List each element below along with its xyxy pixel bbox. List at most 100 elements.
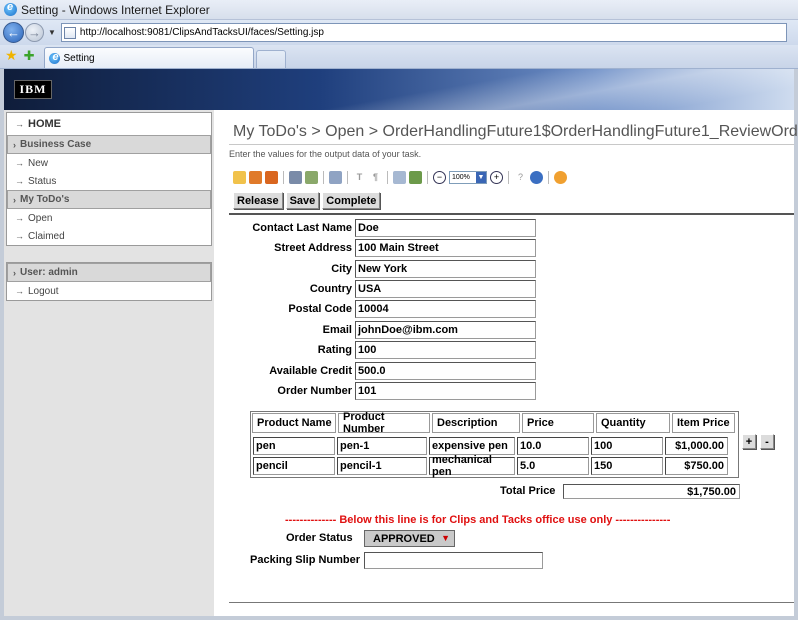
rating-input[interactable]: 100 — [355, 341, 536, 359]
paragraph-icon[interactable]: ¶ — [369, 171, 382, 184]
forward-button[interactable]: → — [25, 23, 44, 42]
item-price-value: $1,000.00 — [665, 437, 728, 455]
fields-icon[interactable] — [329, 170, 342, 184]
address-text: http://localhost:9081/ClipsAndTacksUI/fa… — [79, 27, 324, 38]
help-icon[interactable]: ? — [514, 171, 527, 184]
sidebar-item-claimed[interactable]: → Claimed — [7, 227, 211, 245]
field-label: Contact Last Name — [252, 222, 352, 234]
field-label: Postal Code — [288, 303, 352, 315]
column-header: Price — [522, 413, 594, 433]
toolbar-separator — [323, 170, 324, 184]
zoom-select[interactable]: 100% ▼ — [449, 170, 487, 184]
action-buttons: Release Save Complete — [233, 192, 381, 209]
tab-setting[interactable]: Setting — [44, 47, 255, 68]
sidebar-item-status[interactable]: → Status — [7, 172, 211, 190]
sidebar-section-business-case[interactable]: › Business Case — [7, 135, 211, 154]
address-input[interactable]: http://localhost:9081/ClipsAndTacksUI/fa… — [60, 23, 787, 42]
about-icon[interactable] — [554, 170, 567, 184]
sidebar-item-logout[interactable]: → Logout — [7, 282, 211, 300]
image-tool-icon[interactable] — [393, 170, 406, 184]
favorites-star-icon[interactable]: ★ — [5, 47, 18, 64]
chart-tool-icon[interactable] — [409, 170, 422, 184]
field-contact-last-name: Contact Last Name Doe — [229, 218, 536, 238]
total-price-label: Total Price — [500, 485, 556, 497]
sidebar-item-new[interactable]: → New — [7, 154, 211, 172]
product-name-input[interactable]: pencil — [253, 457, 335, 475]
remove-row-button[interactable]: - — [760, 434, 774, 449]
save-as-icon[interactable] — [265, 170, 278, 184]
chevron-right-icon: › — [13, 139, 16, 150]
order-number-input[interactable]: 101 — [355, 382, 536, 400]
arrow-right-icon: → — [15, 158, 24, 168]
sidebar: → HOME › Business Case → New → Status › … — [4, 110, 214, 616]
order-status-value: APPROVED — [373, 532, 435, 545]
email-input[interactable]: johnDoe@ibm.com — [355, 321, 536, 339]
product-number-input[interactable]: pen-1 — [337, 437, 427, 455]
price-input[interactable]: 10.0 — [517, 437, 589, 455]
info-icon[interactable] — [530, 170, 543, 184]
form-divider — [229, 213, 794, 215]
chevron-right-icon: › — [13, 267, 16, 278]
field-country: Country USA — [229, 279, 536, 299]
zoom-out-icon[interactable]: − — [433, 170, 446, 184]
product-name-input[interactable]: pen — [253, 437, 335, 455]
save-icon[interactable] — [249, 170, 262, 184]
window-title: Setting - Windows Internet Explorer — [21, 2, 210, 17]
save-button[interactable]: Save — [285, 192, 320, 209]
page-icon — [63, 26, 76, 39]
quantity-input[interactable]: 150 — [591, 457, 663, 475]
new-tab-button[interactable] — [256, 50, 287, 68]
sidebar-section-user[interactable]: › User: admin — [7, 263, 211, 282]
frame-right — [794, 110, 798, 620]
contact-last-name-input[interactable]: Doe — [355, 219, 536, 237]
price-input[interactable]: 5.0 — [517, 457, 589, 475]
sidebar-item-open[interactable]: → Open — [7, 209, 211, 227]
column-header: Product Number — [338, 411, 430, 435]
toolbar-separator — [508, 170, 509, 184]
toolbar-separator — [283, 170, 284, 184]
description-input[interactable]: expensive pen — [429, 437, 515, 455]
complete-button[interactable]: Complete — [322, 192, 381, 209]
quantity-input[interactable]: 100 — [591, 437, 663, 455]
office-use-note: -------------- Below this line is for Cl… — [285, 514, 671, 526]
product-number-input[interactable]: pencil-1 — [337, 457, 427, 475]
sidebar-section-label: My ToDo's — [20, 194, 70, 205]
field-label: Order Number — [277, 385, 352, 397]
column-header: Quantity — [596, 413, 670, 433]
packing-slip-input[interactable] — [364, 552, 543, 569]
back-button[interactable]: ← — [3, 22, 24, 43]
email-icon[interactable] — [305, 170, 318, 184]
city-input[interactable]: New York — [355, 260, 536, 278]
print-icon[interactable] — [289, 170, 302, 184]
column-header: Item Price — [672, 413, 735, 433]
open-folder-icon[interactable] — [233, 170, 246, 184]
column-header: Description — [432, 413, 520, 433]
zoom-in-icon[interactable]: + — [490, 170, 503, 184]
street-address-input[interactable]: 100 Main Street — [355, 239, 536, 257]
sidebar-home-label: HOME — [28, 118, 61, 130]
tab-bar: ★ ✚ Setting — [0, 45, 798, 69]
description-input[interactable]: mechanical pen — [429, 454, 515, 478]
packing-slip-label: Packing Slip Number — [250, 554, 361, 566]
arrow-right-icon: → — [15, 286, 24, 296]
sidebar-item-label: Claimed — [28, 230, 65, 242]
toolbar-separator — [427, 170, 428, 184]
table-header-row: Product Name Product Number Description … — [251, 411, 738, 435]
release-button[interactable]: Release — [233, 192, 283, 209]
available-credit-input[interactable]: 500.0 — [355, 362, 536, 380]
sidebar-section-todos[interactable]: › My ToDo's — [7, 190, 211, 209]
zoom-value: 100% — [452, 173, 470, 181]
postal-code-input[interactable]: 10004 — [355, 300, 536, 318]
sidebar-item-label: Logout — [28, 285, 59, 297]
add-row-button[interactable]: + — [742, 434, 756, 449]
chevron-right-icon: › — [13, 194, 16, 205]
country-input[interactable]: USA — [355, 280, 536, 298]
order-status-select[interactable]: APPROVED ▼ — [364, 530, 455, 547]
add-favorites-icon[interactable]: ✚ — [24, 48, 35, 64]
sidebar-item-home[interactable]: → HOME — [7, 113, 211, 135]
arrow-right-icon: → — [15, 231, 24, 241]
text-tool-icon[interactable]: T — [353, 171, 366, 184]
field-label: Email — [322, 324, 352, 336]
order-status-label: Order Status — [286, 532, 353, 544]
history-dropdown-icon[interactable]: ▼ — [48, 28, 56, 37]
